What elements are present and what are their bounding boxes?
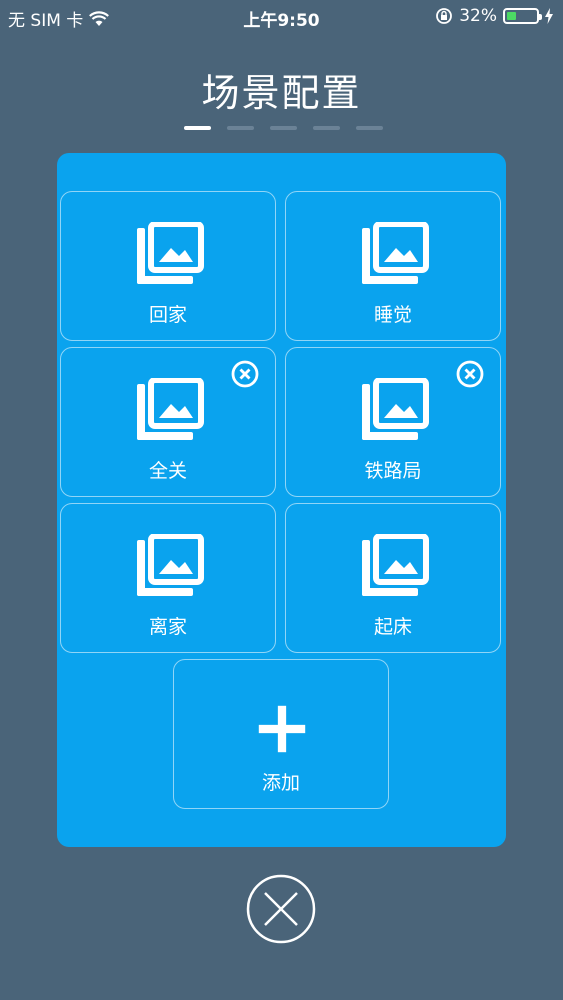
- image-stack-icon: [362, 534, 429, 596]
- scene-label: 离家: [148, 616, 187, 638]
- plus-icon: [258, 705, 306, 753]
- scene-label: 睡觉: [373, 304, 412, 326]
- rotation-lock-icon: [436, 8, 453, 24]
- scene-label: 回家: [148, 304, 187, 326]
- scene-tile[interactable]: 起床: [285, 503, 501, 653]
- page-dot: [227, 126, 254, 130]
- page-dot: [184, 126, 211, 130]
- scene-label: 铁路局: [364, 460, 422, 482]
- page-dot: [356, 126, 383, 130]
- scene-panel: 回家 睡觉全关 铁路局离家 起床 添加: [57, 153, 506, 847]
- image-stack-icon: [137, 534, 204, 596]
- scene-tile[interactable]: 铁路局: [285, 347, 501, 497]
- charging-bolt-icon: [545, 8, 553, 24]
- battery-icon: [503, 8, 542, 24]
- image-stack-icon: [137, 222, 204, 284]
- page-dot: [270, 126, 297, 130]
- scene-tile[interactable]: 离家: [60, 503, 276, 653]
- scene-tile[interactable]: 回家: [60, 191, 276, 341]
- status-bar: 无 SIM 卡 上午9:50 32%: [0, 0, 563, 34]
- image-stack-icon: [362, 378, 429, 440]
- image-stack-icon: [362, 222, 429, 284]
- battery-percent: 32%: [459, 6, 497, 26]
- scene-label: 起床: [373, 616, 412, 638]
- delete-scene-icon[interactable]: [456, 360, 484, 388]
- page-title: 场景配置: [201, 71, 362, 115]
- add-scene-tile[interactable]: 添加: [173, 659, 389, 809]
- page-indicator: [184, 126, 383, 130]
- status-right: 32%: [435, 6, 553, 26]
- scene-tile[interactable]: 睡觉: [285, 191, 501, 341]
- scene-label: 全关: [148, 460, 187, 482]
- close-button[interactable]: [246, 874, 316, 944]
- add-scene-label: 添加: [261, 772, 300, 794]
- battery-fill: [507, 12, 516, 20]
- image-stack-icon: [137, 378, 204, 440]
- page-dot: [313, 126, 340, 130]
- scene-tile[interactable]: 全关: [60, 347, 276, 497]
- delete-scene-icon[interactable]: [231, 360, 259, 388]
